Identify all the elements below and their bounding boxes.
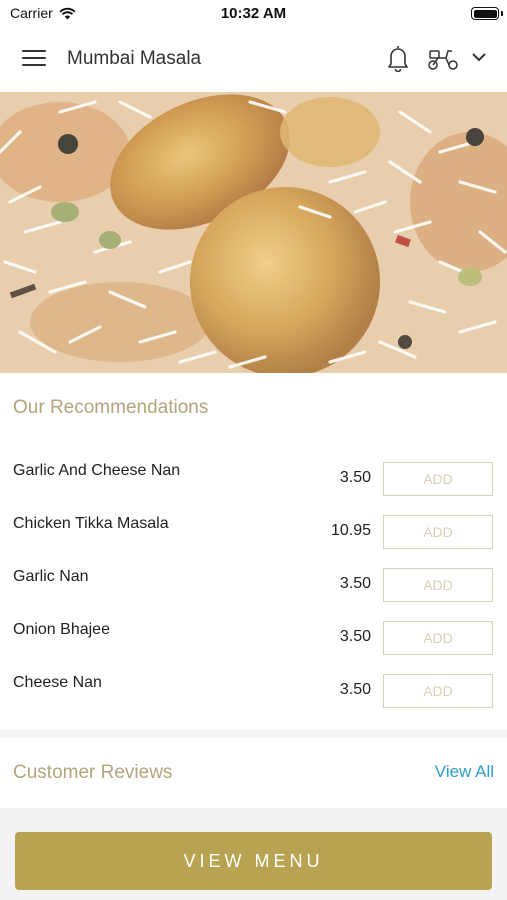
item-price: 10.95: [330, 522, 371, 539]
page-title: Mumbai Masala: [67, 48, 202, 69]
reviews-title: Customer Reviews: [13, 762, 173, 783]
add-button[interactable]: ADD: [383, 462, 493, 496]
item-name: Onion Bhajee: [13, 621, 110, 638]
add-button[interactable]: ADD: [383, 568, 493, 602]
list-item: Onion Bhajee 3.50 ADD: [0, 621, 507, 674]
add-button[interactable]: ADD: [383, 621, 493, 655]
item-name: Garlic And Cheese Nan: [13, 462, 181, 479]
item-name: Garlic Nan: [13, 568, 89, 585]
app-bar: Mumbai Masala: [0, 28, 507, 92]
menu-icon[interactable]: [22, 50, 46, 68]
view-menu-button[interactable]: VIEW MENU: [15, 832, 492, 890]
chevron-down-icon[interactable]: [470, 50, 488, 64]
recommendations-section: Our Recommendations Garlic And Cheese Na…: [0, 373, 507, 730]
view-all-link[interactable]: View All: [435, 762, 494, 782]
list-item: Cheese Nan 3.50 ADD: [0, 674, 507, 727]
hero-image: [0, 92, 507, 373]
battery-tip: [501, 11, 503, 16]
section-divider: [0, 730, 507, 738]
list-item: Chicken Tikka Masala 10.95 ADD: [0, 515, 507, 568]
recommendations-title: Our Recommendations: [13, 397, 209, 418]
add-button[interactable]: ADD: [383, 515, 493, 549]
status-time: 10:32 AM: [220, 5, 287, 22]
item-price: 3.50: [339, 575, 371, 592]
add-button[interactable]: ADD: [383, 674, 493, 708]
item-price: 3.50: [339, 469, 371, 486]
bell-icon[interactable]: [386, 44, 410, 72]
status-bar: Carrier 10:32 AM: [0, 0, 507, 28]
reviews-section: Customer Reviews View All: [0, 738, 507, 808]
list-item: Garlic Nan 3.50 ADD: [0, 568, 507, 621]
scooter-icon[interactable]: [426, 46, 460, 72]
item-name: Cheese Nan: [13, 674, 102, 691]
item-price: 3.50: [339, 628, 371, 645]
list-item: Garlic And Cheese Nan 3.50 ADD: [0, 462, 507, 515]
item-name: Chicken Tikka Masala: [13, 515, 169, 532]
biryani-image: [0, 92, 507, 373]
battery-icon: [471, 7, 499, 20]
bottom-bar: VIEW MENU: [0, 808, 507, 900]
item-price: 3.50: [339, 681, 371, 698]
